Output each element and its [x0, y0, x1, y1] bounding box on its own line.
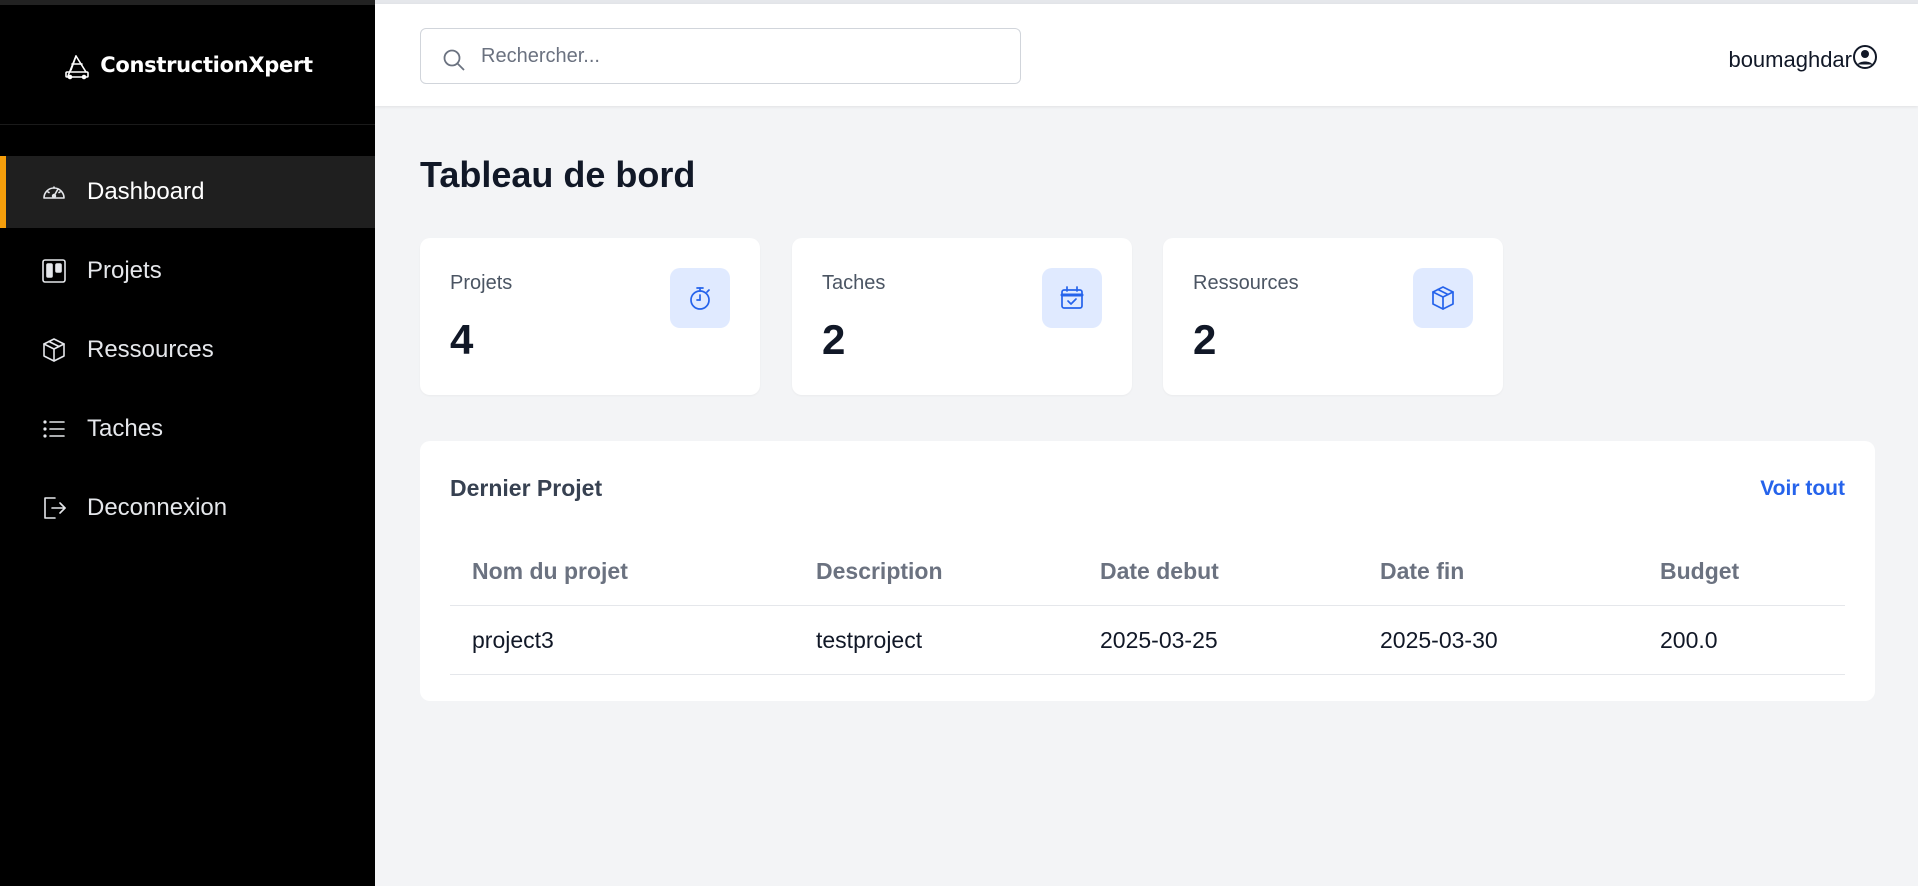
stat-label: Ressources	[1193, 272, 1299, 294]
gauge-icon	[39, 177, 69, 207]
brand-name: ConstructionXpert	[100, 52, 313, 77]
sidebar-item-projets[interactable]: Projets	[0, 235, 375, 307]
latest-project-panel: Dernier Projet Voir tout Nom du projet D…	[420, 441, 1875, 701]
sidebar-nav: Dashboard Projets Ressources Taches Deco…	[0, 156, 375, 551]
column-header: Budget	[1660, 558, 1740, 584]
kanban-icon	[39, 256, 69, 286]
sidebar-item-taches[interactable]: Taches	[0, 393, 375, 465]
stat-value: 4	[450, 316, 474, 363]
list-icon	[39, 414, 69, 444]
view-all-link[interactable]: Voir tout	[1760, 477, 1845, 501]
logout-icon	[39, 493, 69, 523]
calendar-check-icon	[1042, 268, 1102, 328]
brand[interactable]: ConstructionXpert	[0, 5, 375, 125]
column-header: Date debut	[1100, 558, 1219, 584]
stat-card-taches[interactable]: Taches 2	[792, 238, 1132, 395]
table-cell: 2025-03-30	[1380, 627, 1498, 653]
stat-value: 2	[822, 316, 846, 363]
table-cell: 2025-03-25	[1100, 627, 1218, 653]
sidebar-item-label: Dashboard	[87, 178, 205, 205]
top-header: boumaghdar	[375, 4, 1918, 106]
stat-card-projets[interactable]: Projets 4	[420, 238, 760, 395]
stopwatch-icon	[670, 268, 730, 328]
table-cell: testproject	[816, 627, 923, 653]
search-bar	[420, 28, 1021, 84]
sidebar-item-label: Projets	[87, 257, 162, 284]
stat-label: Projets	[450, 272, 513, 294]
table-row[interactable]: project3 testproject 2025-03-25 2025-03-…	[450, 606, 1845, 675]
table-cell: 200.0	[1660, 627, 1718, 653]
page-title: Tableau de bord	[420, 154, 696, 195]
username: boumaghdar	[1728, 46, 1852, 72]
search-input[interactable]	[421, 29, 1020, 83]
stat-value: 2	[1193, 316, 1217, 363]
column-header: Date fin	[1380, 558, 1465, 584]
column-header: Nom du projet	[472, 558, 628, 584]
sidebar-item-deconnexion[interactable]: Deconnexion	[0, 472, 375, 544]
box-icon	[1413, 268, 1473, 328]
column-header: Description	[816, 558, 943, 584]
user-circle-icon[interactable]	[1852, 44, 1878, 75]
search-icon	[441, 47, 467, 73]
stat-label: Taches	[822, 272, 886, 294]
crane-icon	[62, 50, 92, 80]
sidebar-item-label: Taches	[87, 415, 164, 442]
sidebar-item-label: Deconnexion	[87, 494, 228, 521]
sidebar-item-label: Ressources	[87, 336, 214, 363]
table-header: Nom du projet Description Date debut Dat…	[450, 537, 1845, 606]
box-icon	[39, 335, 69, 365]
projects-table: Nom du projet Description Date debut Dat…	[450, 537, 1845, 675]
sidebar: ConstructionXpert Dashboard Projets Ress…	[0, 0, 375, 886]
panel-title: Dernier Projet	[450, 475, 603, 501]
sidebar-item-dashboard[interactable]: Dashboard	[0, 156, 375, 228]
user-menu[interactable]: boumaghdar	[1728, 44, 1878, 75]
table-cell: project3	[472, 627, 554, 653]
sidebar-item-ressources[interactable]: Ressources	[0, 314, 375, 386]
stat-card-ressources[interactable]: Ressources 2	[1163, 238, 1503, 395]
